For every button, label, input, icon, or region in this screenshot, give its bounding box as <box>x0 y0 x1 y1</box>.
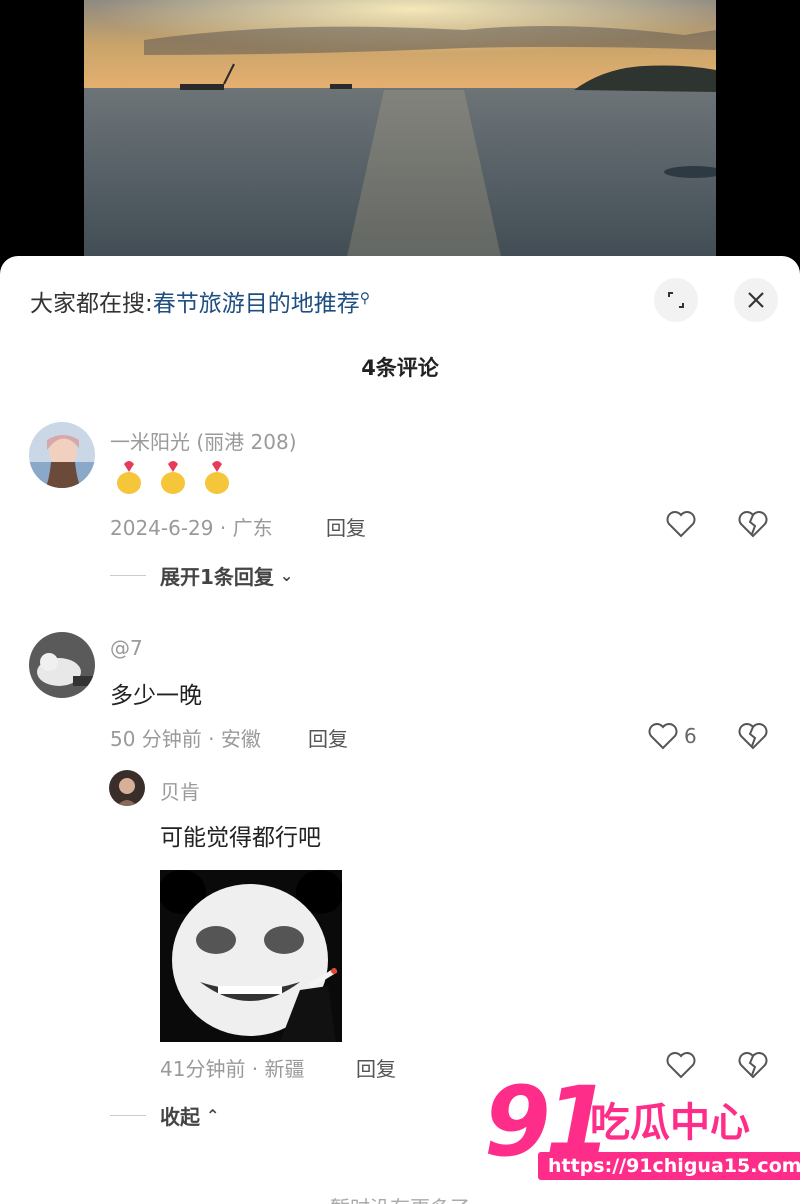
dislike-broken-heart-icon[interactable] <box>738 510 768 538</box>
like-heart-icon[interactable] <box>666 510 696 538</box>
comment-username[interactable]: @7 <box>110 636 143 660</box>
collapse-replies-button[interactable]: 收起 ⌃ <box>110 1101 219 1130</box>
watermark-brand: 吃瓜中心 <box>590 1100 750 1146</box>
avatar[interactable] <box>109 770 145 806</box>
emoji-row <box>114 456 232 496</box>
expand-replies-label: 展开1条回复 <box>160 565 274 589</box>
dislike-broken-heart-icon[interactable] <box>738 722 768 750</box>
avatar[interactable] <box>29 632 95 698</box>
expand-replies-button[interactable]: 展开1条回复 ⌄ <box>110 561 293 590</box>
comment-username[interactable]: 一米阳光 (丽港 208) <box>110 426 297 455</box>
reply-username[interactable]: 贝肯 <box>160 776 200 805</box>
expand-icon <box>668 292 684 308</box>
watermark-logo: 91 吃瓜中心 https://91chigua15.com <box>484 1066 800 1187</box>
chevron-up-icon: ⌃ <box>206 1106 220 1125</box>
collapse-replies-label: 收起 <box>160 1105 200 1129</box>
watermark-url: https://91chigua15.com <box>538 1152 800 1180</box>
reply-button[interactable]: 回复 <box>356 1053 396 1082</box>
comments-sheet: 大家都在搜:春节旅游目的地推荐⚲ 4条评论 一米阳光 (丽港 208) 2024… <box>0 256 800 1204</box>
reply-button[interactable]: 回复 <box>326 512 366 541</box>
close-button[interactable] <box>734 278 778 322</box>
reply-meta: 41分钟前 · 新疆 <box>160 1057 305 1081</box>
avatar[interactable] <box>29 422 95 488</box>
search-term-link[interactable]: 春节旅游目的地推荐 <box>153 291 360 317</box>
divider <box>110 1115 146 1116</box>
no-more-text: 暂时没有更多了 <box>0 1192 800 1204</box>
sunset-sea-image <box>84 0 716 270</box>
finger-heart-emoji-icon <box>205 461 229 494</box>
comment-meta: 50 分钟前 · 安徽 <box>110 727 261 751</box>
comment-text: 多少一晚 <box>110 683 202 709</box>
reply-button[interactable]: 回复 <box>308 723 348 752</box>
chevron-down-icon: ⌄ <box>279 566 294 585</box>
fullscreen-button[interactable] <box>654 278 698 322</box>
comment-meta: 2024-6-29 · 广东 <box>110 516 273 540</box>
divider <box>110 575 146 576</box>
comments-count: 4条评论 <box>361 356 439 380</box>
panda-face-image <box>160 870 342 1042</box>
finger-heart-emoji-icon <box>161 461 185 494</box>
close-icon <box>748 292 764 308</box>
suggested-search[interactable]: 大家都在搜:春节旅游目的地推荐⚲ <box>30 284 370 318</box>
panda-meme-sticker[interactable] <box>160 870 342 1042</box>
like-count: 6 <box>684 724 697 748</box>
reply-text: 可能觉得都行吧 <box>160 825 321 851</box>
search-icon: ⚲ <box>359 290 371 307</box>
like-heart-icon[interactable] <box>648 722 678 750</box>
video-preview[interactable] <box>84 0 716 270</box>
search-prefix: 大家都在搜: <box>30 291 153 317</box>
finger-heart-emoji-icon <box>117 461 141 494</box>
